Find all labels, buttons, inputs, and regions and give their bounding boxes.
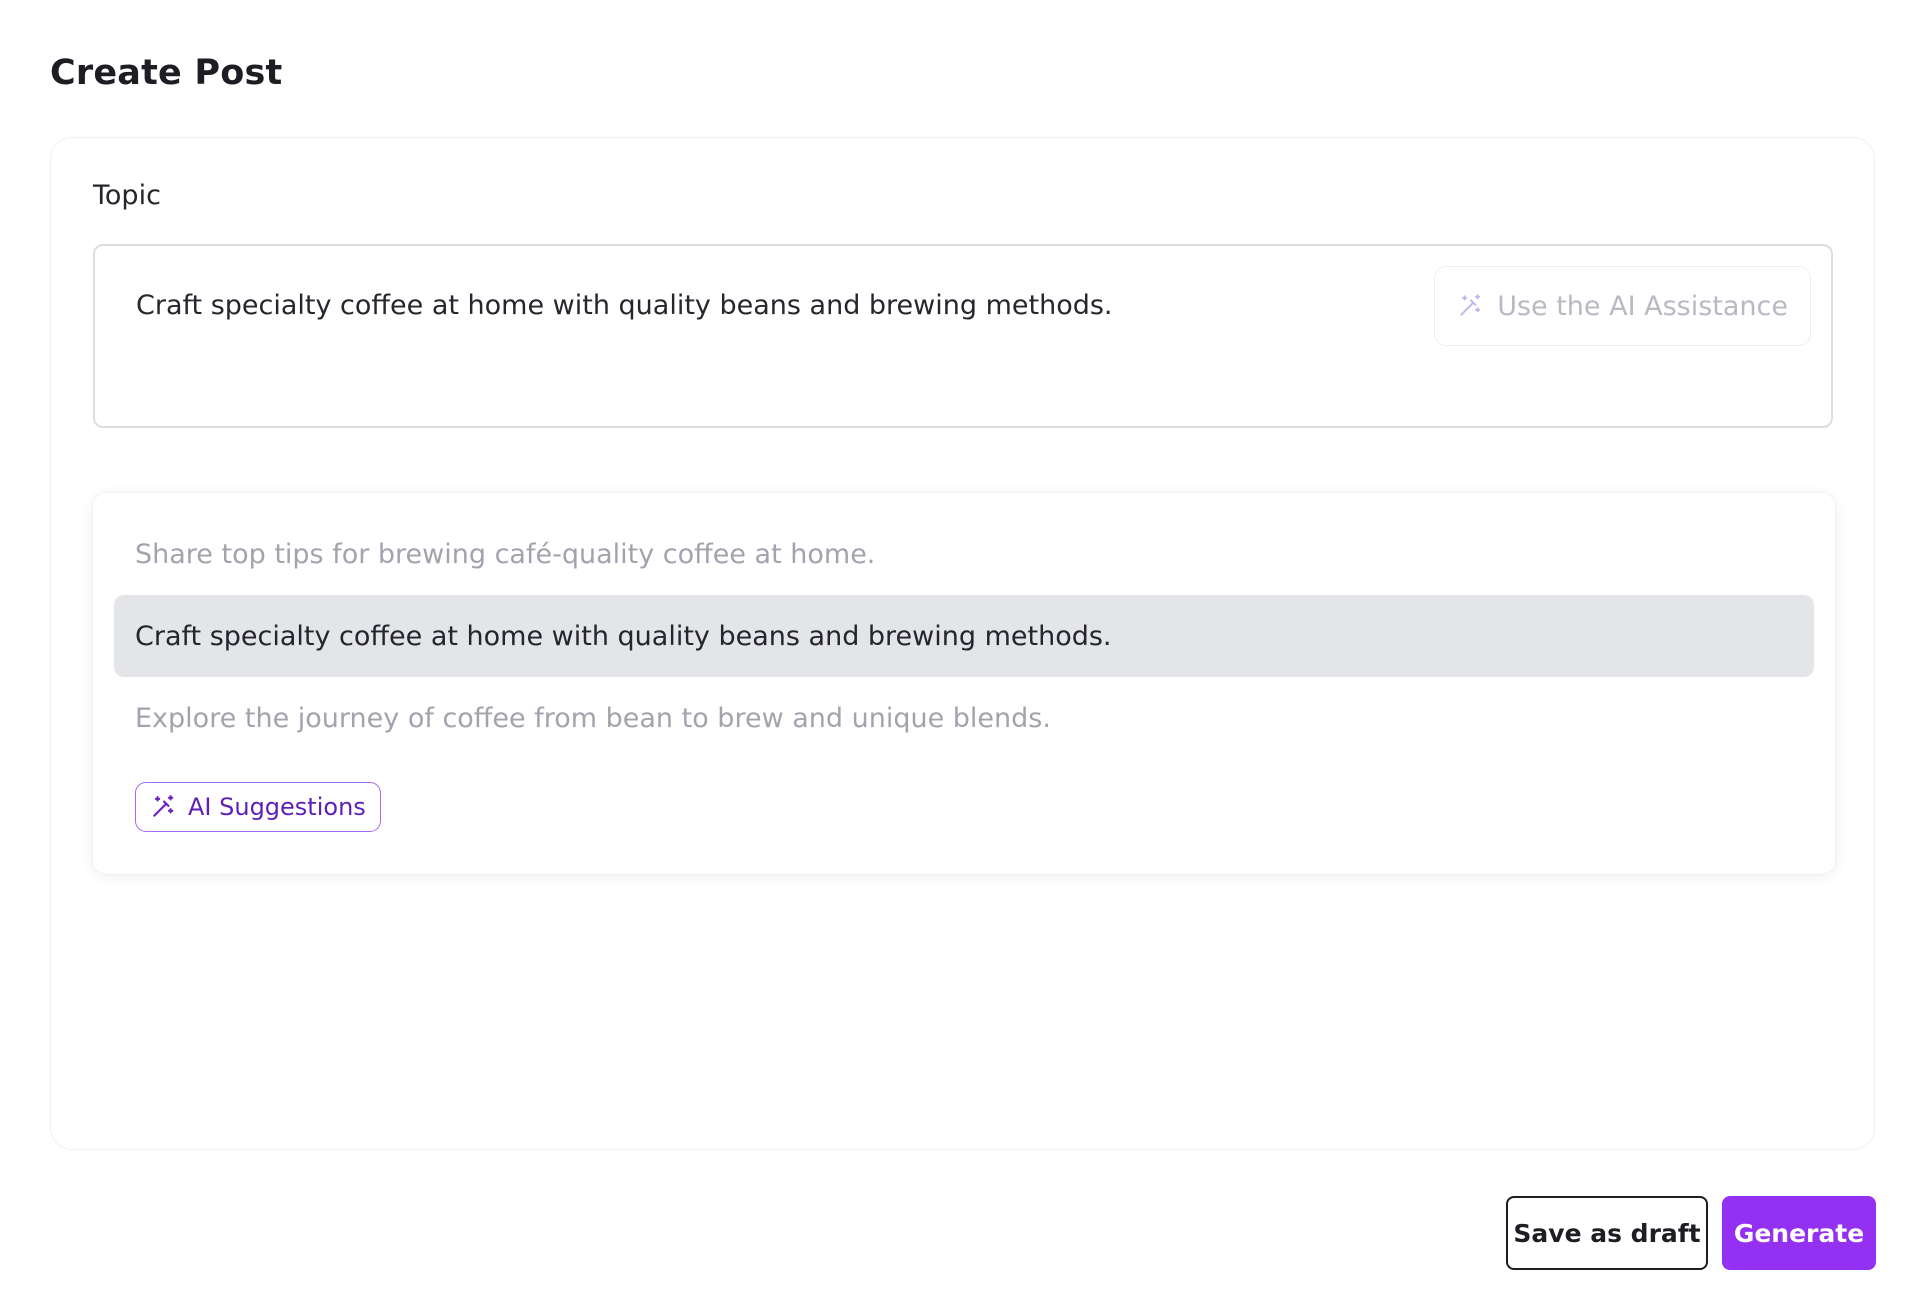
magic-wand-icon [1457, 293, 1483, 319]
use-ai-assistance-button[interactable]: Use the AI Assistance [1434, 266, 1811, 346]
suggestion-item[interactable]: Share top tips for brewing café-quality … [114, 513, 1814, 595]
use-ai-assistance-label: Use the AI Assistance [1497, 291, 1788, 322]
suggestion-item[interactable]: Explore the journey of coffee from bean … [114, 677, 1814, 759]
topic-input[interactable]: Craft specialty coffee at home with qual… [93, 244, 1833, 428]
suggestion-item-selected[interactable]: Craft specialty coffee at home with qual… [114, 595, 1814, 677]
save-as-draft-button[interactable]: Save as draft [1506, 1196, 1708, 1270]
create-post-card: Topic Craft specialty coffee at home wit… [50, 137, 1875, 1150]
generate-button[interactable]: Generate [1722, 1196, 1876, 1270]
page-title: Create Post [50, 48, 282, 98]
topic-input-value[interactable]: Craft specialty coffee at home with qual… [136, 286, 1113, 326]
ai-suggestions-label: AI Suggestions [188, 793, 366, 821]
suggestions-dropdown: Share top tips for brewing café-quality … [93, 493, 1835, 874]
magic-wand-icon [150, 794, 176, 820]
topic-label: Topic [93, 176, 161, 216]
ai-suggestions-button[interactable]: AI Suggestions [135, 782, 381, 832]
